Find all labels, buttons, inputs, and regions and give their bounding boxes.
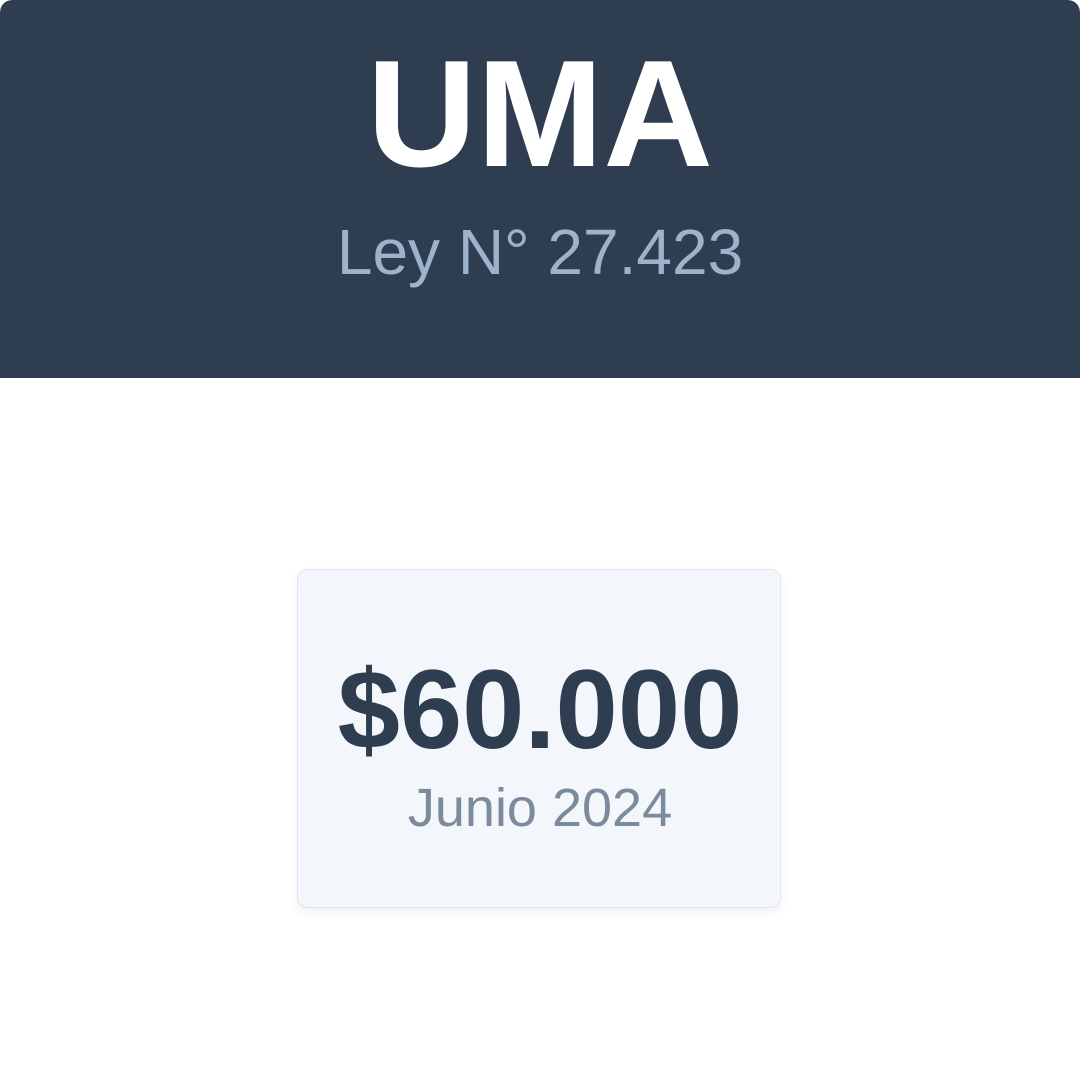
uma-amount: $60.000 xyxy=(337,647,743,772)
law-reference: Ley N° 27.423 xyxy=(336,216,744,288)
header-banner: UMA Ley N° 27.423 xyxy=(0,0,1080,378)
period-label: Junio 2024 xyxy=(407,778,673,838)
page-title: UMA xyxy=(366,29,714,199)
uma-value-panel: UMA Ley N° 27.423 $60.000 Junio 2024 xyxy=(0,0,1080,1080)
value-card: $60.000 Junio 2024 xyxy=(297,569,781,908)
